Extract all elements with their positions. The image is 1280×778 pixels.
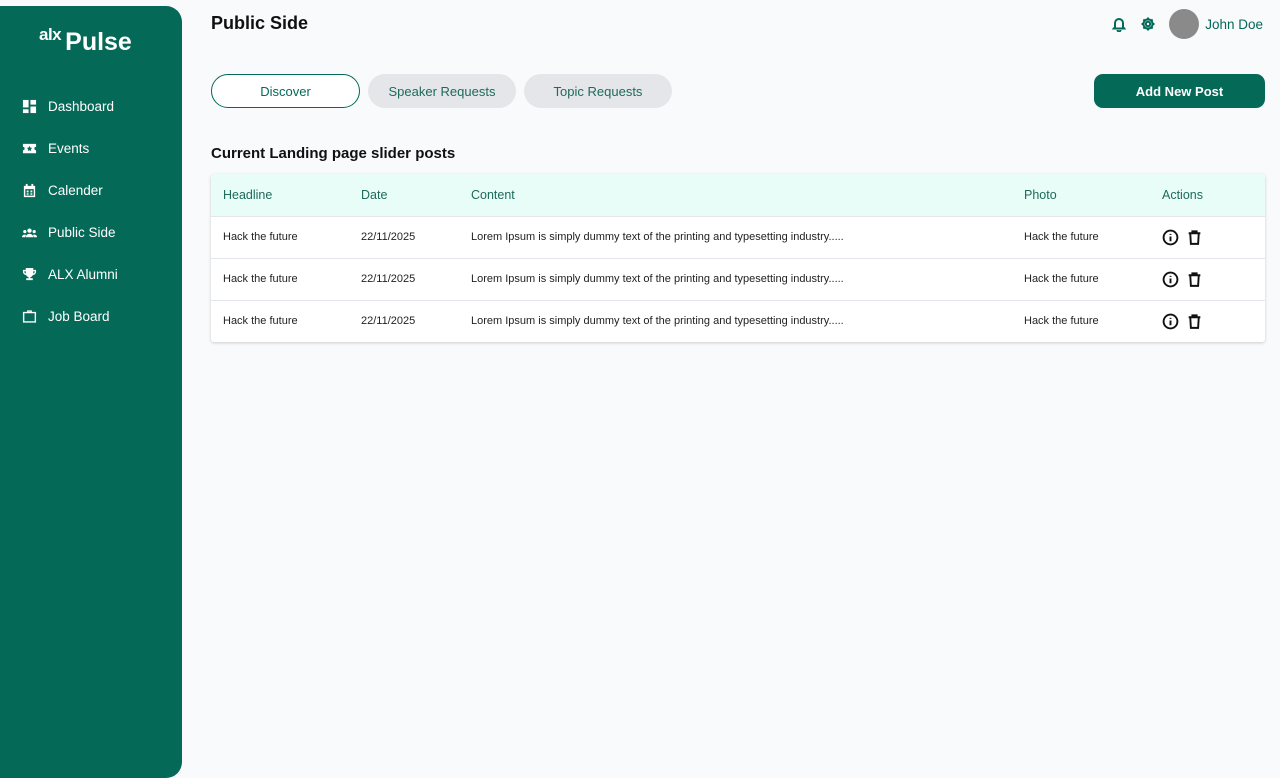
add-new-post-button[interactable]: Add New Post: [1094, 74, 1265, 108]
sidebar-item-calender[interactable]: Calender: [0, 169, 182, 211]
column-header-actions: Actions: [1162, 187, 1203, 202]
section-title: Current Landing page slider posts: [211, 145, 456, 162]
page-title: Public Side: [211, 13, 309, 33]
trophy-icon: [22, 267, 37, 282]
sidebar-item-job-board[interactable]: Job Board: [0, 295, 182, 337]
sidebar-item-dashboard[interactable]: Dashboard: [0, 85, 182, 127]
cell-photo: Hack the future: [1024, 273, 1099, 285]
tab-speaker-requests[interactable]: Speaker Requests: [368, 74, 516, 108]
column-header-photo: Photo: [1024, 187, 1057, 202]
table-row: Hack the future 22/11/2025 Lorem Ipsum i…: [211, 258, 1265, 300]
cell-actions: [1162, 300, 1265, 342]
cell-actions: [1162, 216, 1265, 258]
posts-table: Headline Date Content Photo Actions Hack…: [211, 174, 1265, 342]
brand-alx: alx: [39, 25, 62, 44]
user-name[interactable]: John Doe: [1205, 17, 1263, 32]
bell-icon[interactable]: [1111, 16, 1127, 32]
table-row: Hack the future 22/11/2025 Lorem Ipsum i…: [211, 300, 1265, 342]
gear-icon[interactable]: [1140, 16, 1156, 32]
column-header-date: Date: [361, 187, 388, 202]
top-bar: John Doe: [1098, 9, 1263, 39]
info-icon[interactable]: [1162, 271, 1179, 288]
cell-date: 22/11/2025: [361, 315, 416, 328]
cell-date: 22/11/2025: [361, 231, 416, 243]
cell-content: Lorem Ipsum is simply dummy text of the …: [471, 231, 844, 243]
dashboard-icon: [22, 99, 37, 114]
sidebar-item-alx-alumni[interactable]: ALX Alumni: [0, 253, 182, 295]
avatar[interactable]: [1169, 9, 1200, 39]
trash-icon[interactable]: [1186, 313, 1203, 330]
tab-bar: Discover Speaker Requests Topic Requests: [211, 74, 680, 108]
users-icon: [22, 225, 37, 240]
sidebar-item-label: Job Board: [48, 308, 110, 324]
cell-headline: Hack the future: [223, 273, 298, 285]
cell-headline: Hack the future: [223, 315, 298, 328]
sidebar-item-label: Public Side: [48, 224, 116, 240]
cell-content: Lorem Ipsum is simply dummy text of the …: [471, 273, 844, 285]
column-header-content: Content: [471, 187, 515, 202]
cell-content: Lorem Ipsum is simply dummy text of the …: [471, 315, 844, 328]
column-header-headline: Headline: [223, 187, 273, 202]
table-header-row: Headline Date Content Photo Actions: [211, 174, 1265, 216]
sidebar-item-public-side[interactable]: Public Side: [0, 211, 182, 253]
sidebar: alx Pulse Dashboard Events Calender Publ…: [0, 6, 182, 778]
sidebar-item-events[interactable]: Events: [0, 127, 182, 169]
tab-discover[interactable]: Discover: [211, 74, 360, 108]
cell-headline: Hack the future: [223, 231, 298, 243]
calendar-icon: [22, 183, 37, 198]
info-icon[interactable]: [1162, 313, 1179, 330]
sidebar-nav: Dashboard Events Calender Public Side AL…: [0, 85, 182, 337]
ticket-icon: [22, 141, 37, 156]
brand-pulse: Pulse: [65, 28, 132, 56]
cell-photo: Hack the future: [1024, 231, 1099, 243]
cell-date: 22/11/2025: [361, 273, 416, 285]
brand-logo[interactable]: alx Pulse: [39, 26, 132, 55]
sidebar-item-label: Calender: [48, 182, 103, 198]
sidebar-item-label: ALX Alumni: [48, 266, 118, 282]
trash-icon[interactable]: [1186, 229, 1203, 246]
trash-icon[interactable]: [1186, 271, 1203, 288]
cell-actions: [1162, 258, 1265, 300]
tab-topic-requests[interactable]: Topic Requests: [524, 74, 672, 108]
table-row: Hack the future 22/11/2025 Lorem Ipsum i…: [211, 216, 1265, 258]
info-icon[interactable]: [1162, 229, 1179, 246]
sidebar-item-label: Events: [48, 140, 90, 156]
cell-photo: Hack the future: [1024, 315, 1099, 328]
sidebar-item-label: Dashboard: [48, 98, 115, 114]
briefcase-icon: [22, 309, 37, 324]
